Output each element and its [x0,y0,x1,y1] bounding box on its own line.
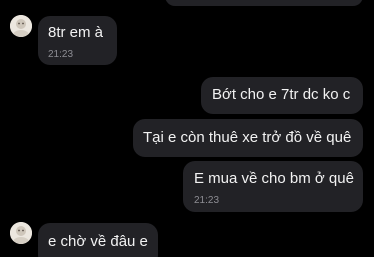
message-bubble-partial[interactable] [165,0,363,6]
message-text: 8tr em à [48,24,104,41]
message-bubble-outgoing[interactable]: Bớt cho e 7tr dc ko c [201,77,363,114]
contact-avatar-icon[interactable] [10,15,32,37]
contact-avatar-icon[interactable] [10,222,32,244]
message-bubble-outgoing[interactable]: E mua về cho bm ở quê 21:23 [183,161,363,212]
message-bubble-incoming[interactable]: e chờ về đâu e [38,223,158,257]
message-text: e chờ về đâu e [48,233,148,250]
message-timestamp: 21:23 [194,195,220,206]
message-text: Bớt cho e 7tr dc ko c [212,86,351,103]
message-bubble-outgoing[interactable]: Tại e còn thuê xe trở đồ về quê [133,119,363,157]
message-text: Tại e còn thuê xe trở đồ về quê [143,129,352,146]
chat-thread: 8tr em à 21:23 Bớt cho e 7tr dc ko c Tại… [0,0,374,257]
message-timestamp: 21:23 [48,49,74,60]
message-bubble-incoming[interactable]: 8tr em à 21:23 [38,16,117,65]
message-text: E mua về cho bm ở quê [194,170,354,187]
